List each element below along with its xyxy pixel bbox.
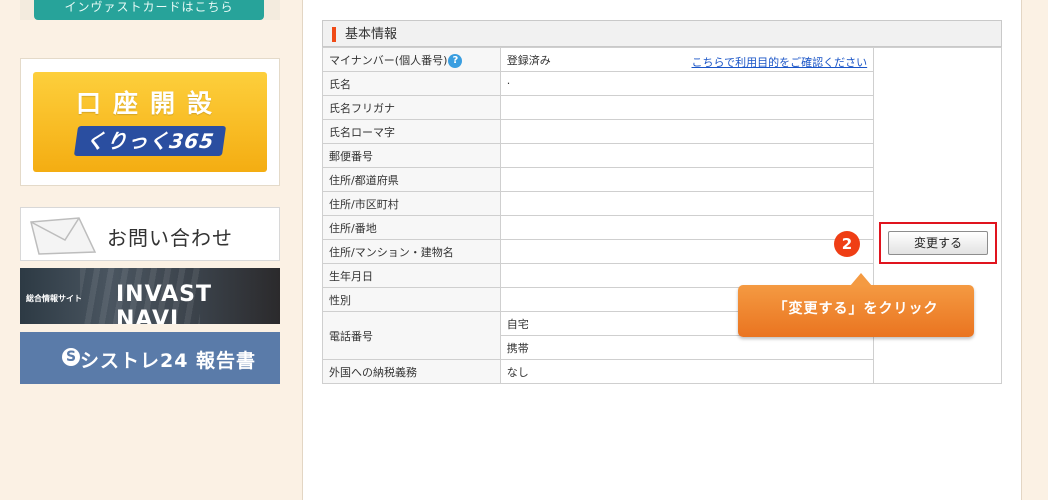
- purpose-link[interactable]: こちらで利用目的をご確認ください: [692, 54, 868, 70]
- field-label: 住所/マンション・建物名: [322, 239, 501, 264]
- systre-logo-icon: S: [62, 348, 80, 366]
- report-label: シストレ24 報告書: [80, 350, 257, 372]
- field-label: 郵便番号: [322, 143, 501, 168]
- field-label: 住所/番地: [322, 215, 501, 240]
- field-label: 氏名フリガナ: [322, 95, 501, 120]
- field-label: 氏名ローマ字: [322, 119, 501, 144]
- field-value: [499, 143, 875, 168]
- field-label: 住所/都道府県: [322, 167, 501, 192]
- field-value: 携帯: [499, 335, 875, 360]
- field-value: [499, 215, 875, 240]
- change-button[interactable]: 変更する: [888, 231, 988, 255]
- field-value: [499, 119, 875, 144]
- step-number-badge: 2: [834, 231, 860, 257]
- field-value: [499, 239, 875, 264]
- field-value: なし: [499, 359, 875, 384]
- field-value: [499, 191, 875, 216]
- instruction-callout: 「変更する」をクリック: [738, 273, 974, 337]
- click365-logo: くりっく365: [73, 126, 227, 156]
- sidebar: インヴァストカードはこちら 口座開設 くりっく365 お問い合わせ 総合情報サイ…: [0, 0, 300, 500]
- callout-text: 「変更する」をクリック: [773, 301, 939, 317]
- section-title: 基本情報: [345, 27, 398, 42]
- field-label: 生年月日: [322, 263, 501, 288]
- header-accent-bar: [332, 27, 336, 42]
- field-label: 電話番号: [322, 311, 501, 360]
- navi-title: INVAST NAVI: [116, 282, 213, 324]
- invast-card-banner[interactable]: インヴァストカードはこちら: [20, 0, 280, 20]
- field-label: マイナンバー(個人番号)?: [322, 47, 501, 72]
- field-label: 外国への納税義務: [322, 359, 501, 384]
- field-value: [499, 95, 875, 120]
- account-open-title: 口座開設: [75, 89, 224, 118]
- contact-banner[interactable]: お問い合わせ: [20, 207, 280, 261]
- field-value: 登録済み こちらで利用目的をご確認ください: [499, 47, 875, 72]
- field-value: [499, 167, 875, 192]
- invast-card-label: インヴァストカードはこちら: [34, 0, 264, 20]
- field-value: ·: [499, 71, 875, 96]
- table-row: マイナンバー(個人番号)? 登録済み こちらで利用目的をご確認ください: [322, 47, 1002, 384]
- navi-subtitle: 総合情報サイト: [26, 294, 82, 303]
- contact-label: お問い合わせ: [107, 226, 233, 250]
- account-open-banner[interactable]: 口座開設 くりっく365: [20, 58, 280, 186]
- field-label: 性別: [322, 287, 501, 312]
- envelope-icon: [30, 217, 97, 255]
- highlight-frame: 変更する: [879, 222, 997, 264]
- invast-navi-banner[interactable]: 総合情報サイト INVAST NAVI: [20, 268, 280, 324]
- systre24-report-banner[interactable]: S シストレ24 報告書: [20, 332, 280, 384]
- callout-pointer: [850, 273, 872, 286]
- help-icon[interactable]: ?: [448, 53, 463, 68]
- field-value: [499, 263, 875, 288]
- field-label: 氏名: [322, 71, 501, 96]
- section-header: 基本情報: [322, 20, 1002, 47]
- field-label: 住所/市区町村: [322, 191, 501, 216]
